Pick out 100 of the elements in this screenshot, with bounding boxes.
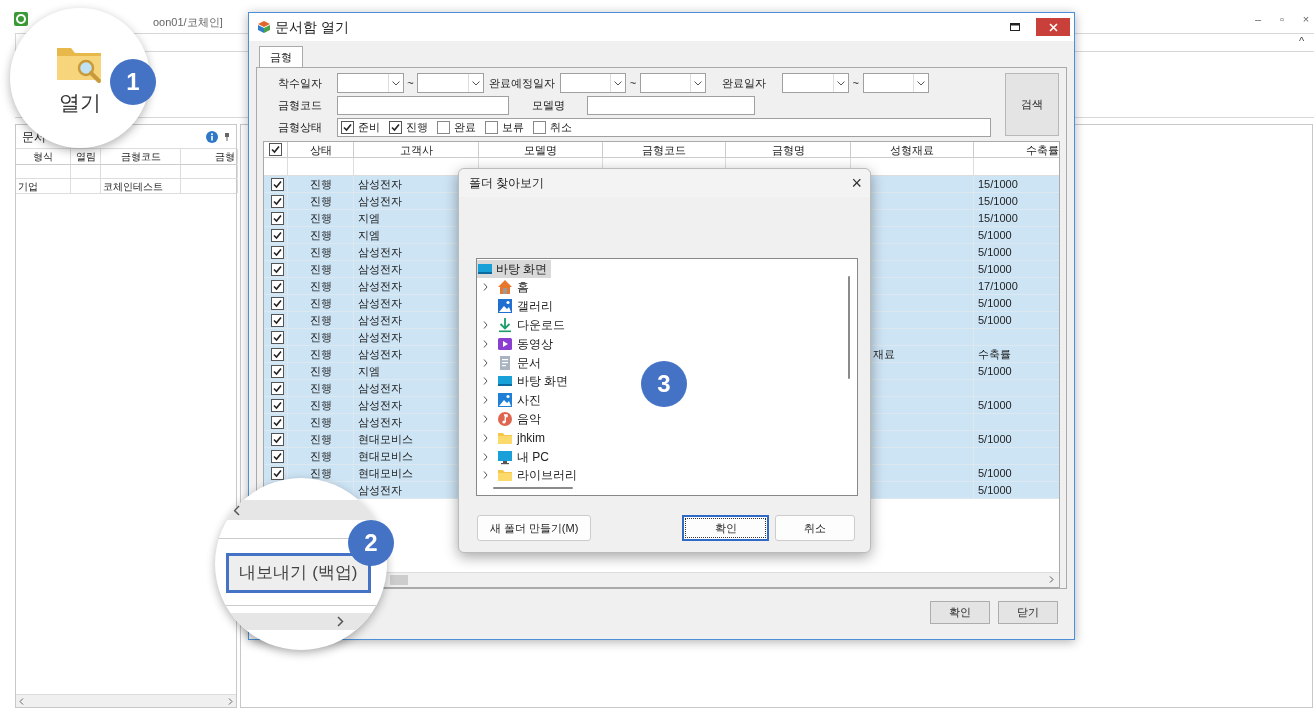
table-cell: 진행 [288, 431, 354, 447]
scroll-right-icon [228, 697, 233, 705]
checkbox[interactable] [271, 279, 284, 293]
computer-icon [497, 448, 513, 465]
folder-icon [497, 467, 513, 484]
checkbox[interactable] [271, 398, 284, 412]
checkbox[interactable] [485, 121, 498, 134]
tree-item[interactable]: 내 PC [517, 447, 549, 466]
export-backup-button[interactable]: 내보내기 (백업) [226, 553, 371, 593]
date-combo[interactable] [559, 73, 627, 93]
table-cell: 진행 [288, 278, 354, 294]
checkbox[interactable] [271, 194, 284, 208]
checkbox[interactable] [269, 143, 282, 156]
checkbox[interactable] [271, 381, 284, 395]
close-button[interactable]: × [851, 174, 862, 192]
column-header[interactable]: 수축률 [974, 142, 1059, 157]
checkbox-label: 진행 [406, 120, 428, 136]
checkbox[interactable] [271, 245, 284, 259]
tree-item[interactable]: 바탕 화면 [477, 260, 552, 278]
collapse-ribbon-button[interactable]: ^ [1299, 33, 1305, 50]
tree-item[interactable]: 라이브러리 [517, 466, 577, 485]
tree-item[interactable]: 갤러리 [517, 297, 553, 316]
vertical-scrollbar[interactable] [848, 276, 850, 379]
date-combo[interactable] [862, 73, 930, 93]
date-combo[interactable] [337, 73, 404, 93]
dialog-button[interactable]: 취소 [775, 515, 855, 541]
table-cell: 진행 [288, 176, 354, 192]
checkbox[interactable] [271, 415, 284, 429]
column-header[interactable]: 금형코드 [603, 142, 726, 157]
scrollbar-thumb[interactable] [390, 575, 408, 585]
restore-button[interactable]: ▫ [1276, 12, 1288, 26]
column-header[interactable]: 고객사 [354, 142, 479, 157]
tree-item[interactable]: 음악 [517, 409, 541, 428]
tree-item[interactable]: 사진 [517, 391, 541, 410]
dialog-button[interactable]: 닫기 [998, 601, 1058, 624]
checkbox[interactable] [389, 121, 402, 134]
column-header[interactable]: 상태 [288, 142, 354, 157]
picture-icon [497, 298, 513, 315]
horizontal-scrollbar[interactable] [493, 487, 573, 489]
dialog-button[interactable]: 확인 [930, 601, 990, 624]
range-separator: ~ [851, 75, 860, 91]
table-cell: 진행 [288, 448, 354, 464]
close-button[interactable] [1036, 18, 1070, 36]
table-cell: 15/1000 [974, 193, 1059, 209]
column-header[interactable]: 금형 [181, 149, 238, 164]
checkbox[interactable] [271, 449, 284, 463]
checkbox[interactable] [533, 121, 546, 134]
checkbox[interactable] [341, 121, 354, 134]
tree-item[interactable]: 바탕 화면 [517, 372, 569, 391]
filter-label: 금형상태 [277, 120, 323, 136]
column-header[interactable]: 모델명 [479, 142, 603, 157]
column-header[interactable]: 열림 [71, 149, 101, 164]
checkbox[interactable] [271, 262, 284, 276]
column-header[interactable]: 성형재료 [851, 142, 974, 157]
table-cell: 진행 [288, 244, 354, 260]
checkbox[interactable] [271, 347, 284, 361]
tree-item[interactable]: jhkim [517, 428, 545, 447]
tab[interactable]: 금형 [259, 46, 303, 67]
text-field[interactable] [587, 96, 755, 115]
checkbox[interactable] [271, 211, 284, 225]
checkbox[interactable] [271, 466, 284, 480]
date-combo[interactable] [639, 73, 707, 93]
date-combo[interactable] [417, 73, 484, 93]
column-header[interactable]: 금형명 [726, 142, 851, 157]
monitor-icon [477, 261, 493, 277]
video-icon [497, 335, 513, 352]
tree-item[interactable]: 홈 [517, 278, 529, 297]
checkbox[interactable] [271, 228, 284, 242]
open-button[interactable]: 열기 [48, 42, 112, 114]
date-combo[interactable] [782, 73, 849, 93]
table-cell: 5/1000 [974, 261, 1059, 277]
dropdown-icon [471, 80, 480, 86]
dialog-button[interactable]: 확인 [682, 515, 769, 541]
checkbox[interactable] [437, 121, 450, 134]
search-button[interactable]: 검색 [1005, 73, 1059, 136]
checkbox[interactable] [271, 313, 284, 327]
checkbox[interactable] [271, 364, 284, 378]
checkbox[interactable] [271, 330, 284, 344]
tree-item[interactable]: 문서 [517, 353, 541, 372]
checkbox[interactable] [271, 296, 284, 310]
table-cell: 5/1000 [974, 227, 1059, 243]
table-cell: 15/1000 [974, 210, 1059, 226]
column-header[interactable]: 형식 [16, 149, 71, 164]
download-icon [497, 317, 513, 333]
close-button[interactable]: × [1300, 12, 1312, 26]
horizontal-scrollbar[interactable] [16, 694, 236, 707]
table-cell: 진행 [288, 261, 354, 277]
tree-item[interactable]: 다운로드 [517, 316, 565, 334]
column-header[interactable]: 금형코드 [101, 149, 181, 164]
checkbox[interactable] [271, 177, 284, 191]
dialog-button[interactable]: 새 폴더 만들기(M) [477, 515, 591, 541]
table-cell: 진행 [288, 227, 354, 243]
range-separator: ~ [406, 75, 415, 91]
tree-item[interactable]: 동영상 [517, 334, 553, 353]
minimize-button[interactable]: – [1252, 12, 1264, 26]
table-cell: 진행 [288, 380, 354, 396]
table-cell: 진행 [288, 193, 354, 209]
text-field[interactable] [337, 96, 509, 115]
maximize-icon [1010, 23, 1020, 31]
checkbox[interactable] [271, 432, 284, 446]
